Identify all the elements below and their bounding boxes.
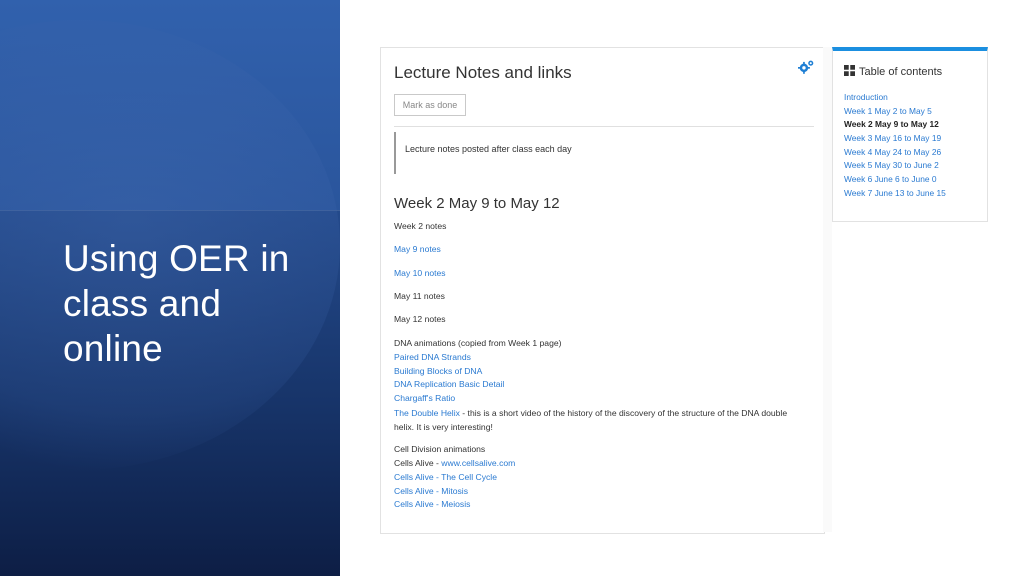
- notes-item: May 11 notes: [394, 291, 445, 301]
- section-heading: Week 2 May 9 to May 12: [394, 195, 560, 212]
- dna-link[interactable]: The Double Helix: [394, 408, 460, 418]
- dna-link[interactable]: Building Blocks of DNA: [394, 366, 482, 376]
- page-title: Lecture Notes and links: [394, 63, 572, 82]
- grid-icon: [844, 65, 855, 76]
- notes-link[interactable]: May 10 notes: [394, 268, 446, 278]
- toc-item-active[interactable]: Week 2 May 9 to May 12: [844, 119, 939, 129]
- cell-link[interactable]: Cells Alive - Mitosis: [394, 486, 468, 496]
- toc-item[interactable]: Week 5 May 30 to June 2: [844, 160, 939, 170]
- cell-link[interactable]: Cells Alive - Meiosis: [394, 499, 470, 509]
- cell-link[interactable]: Cells Alive - The Cell Cycle: [394, 472, 497, 482]
- week-notes-label: Week 2 notes: [394, 221, 447, 231]
- divider: [394, 126, 814, 127]
- toc-item[interactable]: Week 4 May 24 to May 26: [844, 147, 941, 157]
- notes-link[interactable]: May 9 notes: [394, 244, 441, 254]
- toc-header: Table of contents: [844, 65, 942, 78]
- toc-title: Table of contents: [859, 66, 943, 78]
- note-text: Lecture notes posted after class each da…: [405, 144, 572, 154]
- toc-item[interactable]: Introduction: [844, 92, 888, 102]
- table-of-contents: Table of contents Introduction Week 1 Ma…: [832, 47, 988, 222]
- cell-heading: Cell Division animations: [394, 444, 486, 454]
- cells-alive-url-link[interactable]: www.cellsalive.com: [441, 458, 515, 468]
- slide-title-line: Using OER in: [63, 238, 290, 279]
- toc-item[interactable]: Week 1 May 2 to May 5: [844, 106, 932, 116]
- dna-link[interactable]: Paired DNA Strands: [394, 352, 471, 362]
- dna-heading: DNA animations (copied from Week 1 page): [394, 338, 562, 348]
- gears-icon[interactable]: [798, 59, 815, 75]
- dna-link[interactable]: Chargaff's Ratio: [394, 393, 455, 403]
- slide-title-line: class and: [63, 283, 222, 324]
- notes-item: May 12 notes: [394, 314, 446, 324]
- cells-alive-prefix: Cells Alive -: [394, 458, 442, 468]
- toc-item[interactable]: Week 6 June 6 to June 0: [844, 174, 937, 184]
- slide-panel: Using OER in class and online: [0, 0, 340, 576]
- gutter: [823, 47, 832, 532]
- toc-item[interactable]: Week 7 June 13 to June 15: [844, 188, 946, 198]
- dna-link[interactable]: DNA Replication Basic Detail: [394, 379, 504, 389]
- content-card: Lecture Notes and links Mark as done Lec…: [380, 47, 825, 534]
- mark-as-done-button[interactable]: Mark as done: [394, 94, 466, 116]
- toc-item[interactable]: Week 3 May 16 to May 19: [844, 133, 941, 143]
- slide-title-line: online: [63, 328, 163, 369]
- cells-alive-row: Cells Alive - www.cellsalive.com: [394, 458, 515, 468]
- slide-title: Using OER in class and online: [63, 236, 323, 371]
- note-box: Lecture notes posted after class each da…: [394, 132, 676, 174]
- double-helix-row: The Double Helix - this is a short video…: [394, 406, 809, 434]
